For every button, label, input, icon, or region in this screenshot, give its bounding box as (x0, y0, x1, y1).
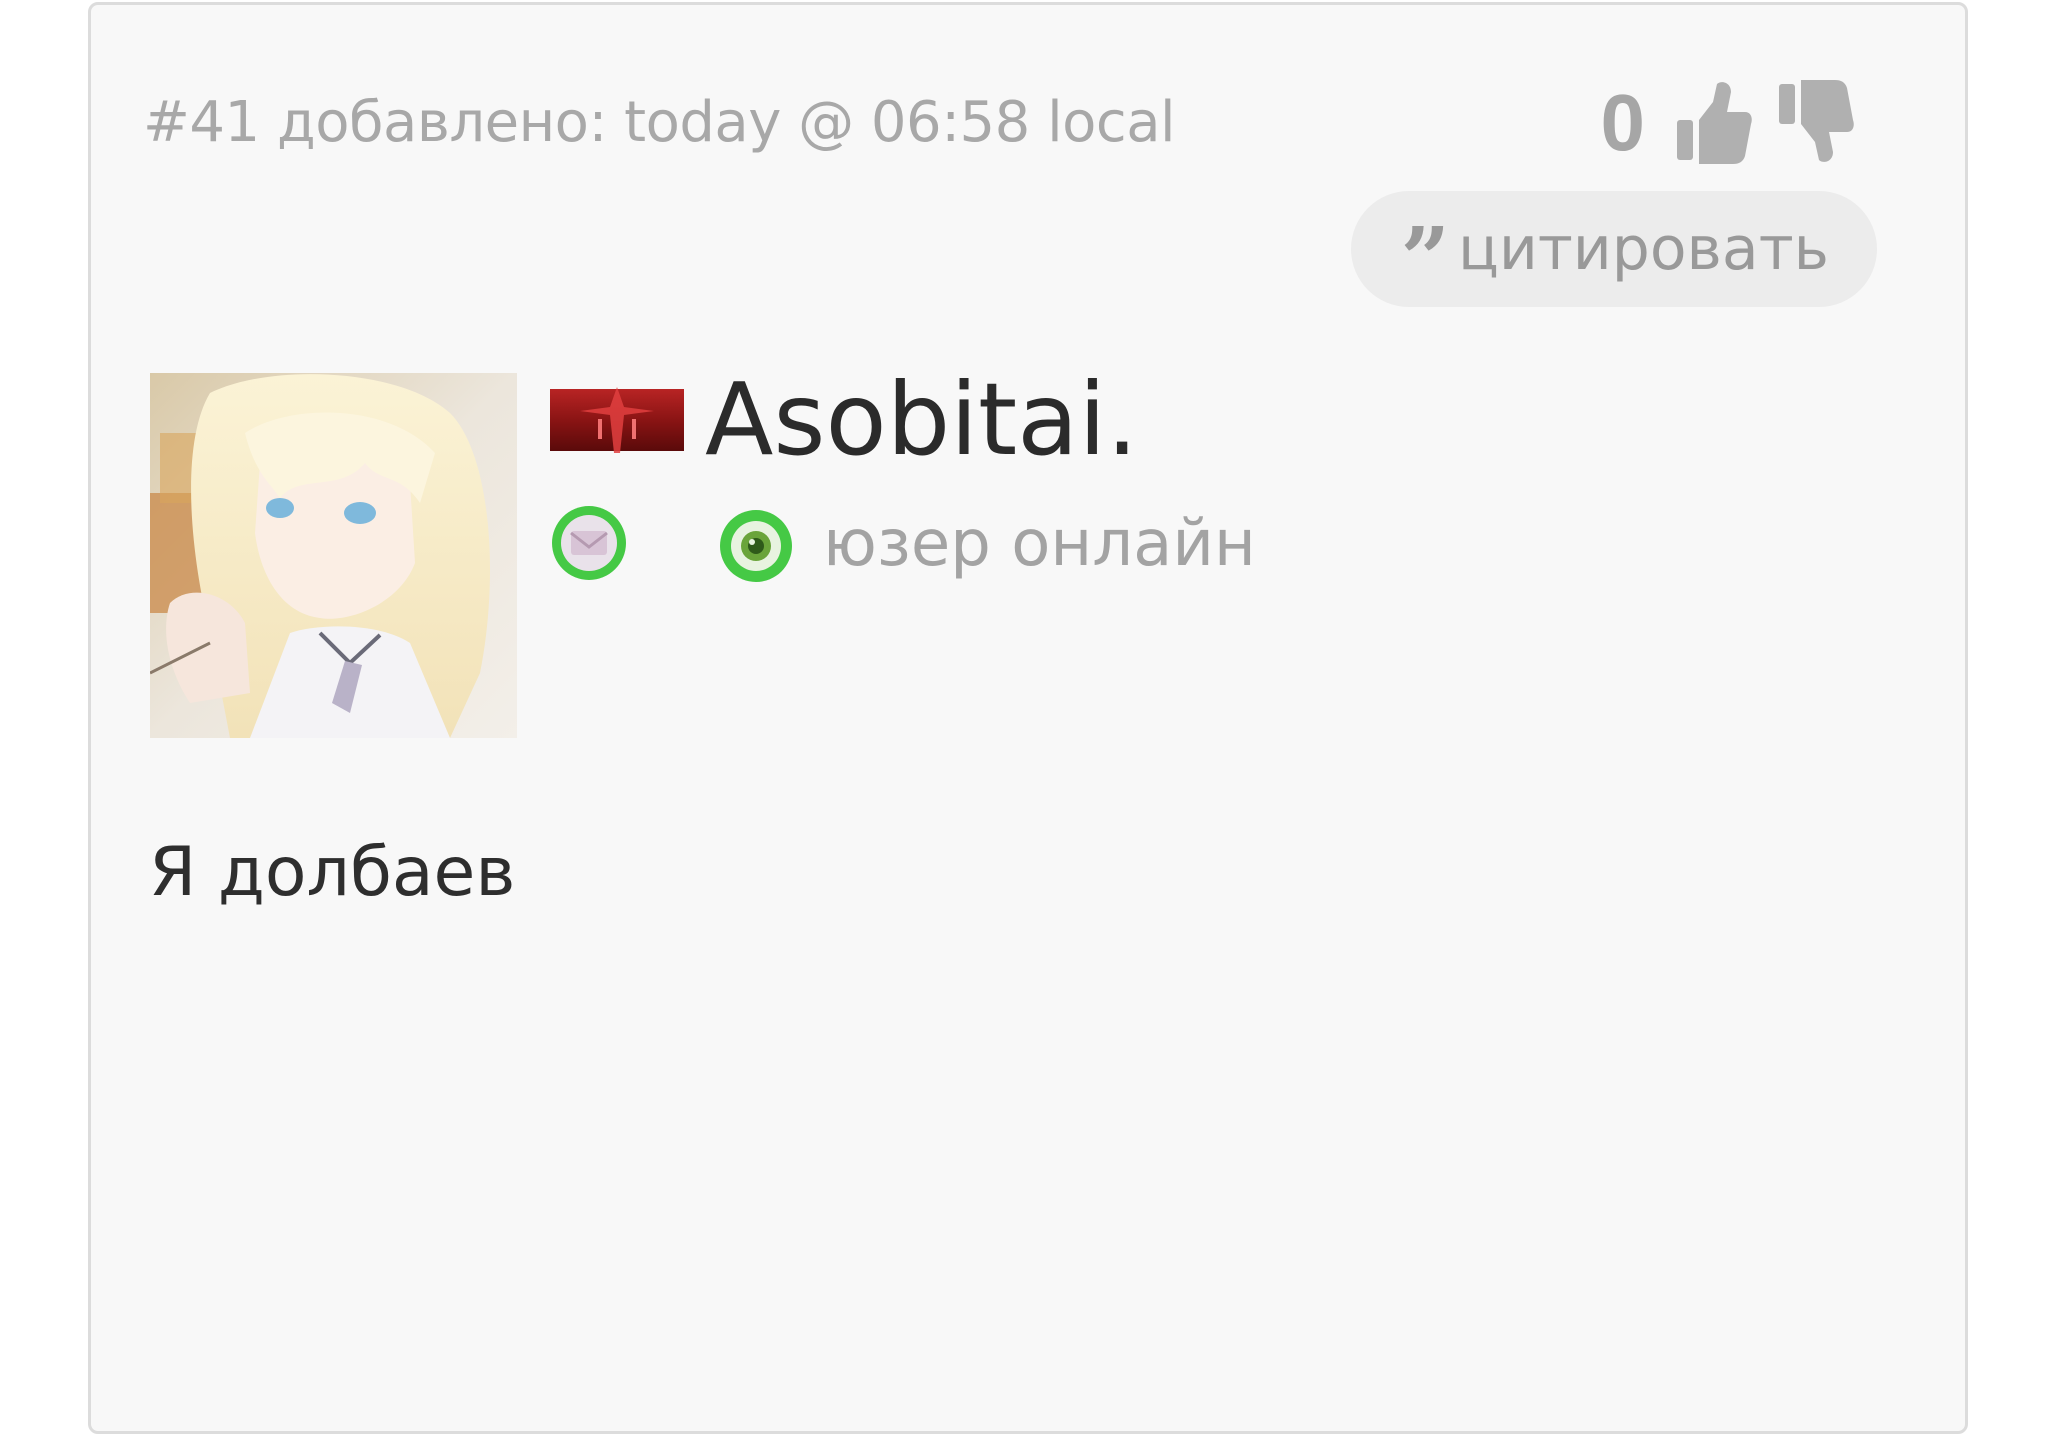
envelope-icon[interactable] (549, 503, 629, 583)
forum-post: #41 добавлено: today @ 06:58 local 0 ” ц… (88, 2, 1968, 1434)
post-meta: #41 добавлено: today @ 06:58 local (143, 90, 1176, 155)
quote-button-label: цитировать (1457, 214, 1829, 284)
post-rating: 0 (1601, 73, 1856, 173)
online-status-icon (720, 510, 792, 582)
post-message: Я долбаев (149, 833, 516, 912)
thumbs-up-icon[interactable] (1673, 78, 1753, 168)
vote-count: 0 (1600, 78, 1646, 167)
rank-badge-icon (550, 387, 684, 453)
username[interactable]: Asobitai. (705, 355, 1138, 485)
quote-icon: ” (1400, 209, 1451, 310)
user-avatar[interactable] (150, 373, 517, 738)
thumbs-down-icon[interactable] (1775, 78, 1855, 168)
quote-button[interactable]: ” цитировать (1350, 191, 1877, 310)
online-status-text: юзер онлайн (823, 507, 1256, 581)
